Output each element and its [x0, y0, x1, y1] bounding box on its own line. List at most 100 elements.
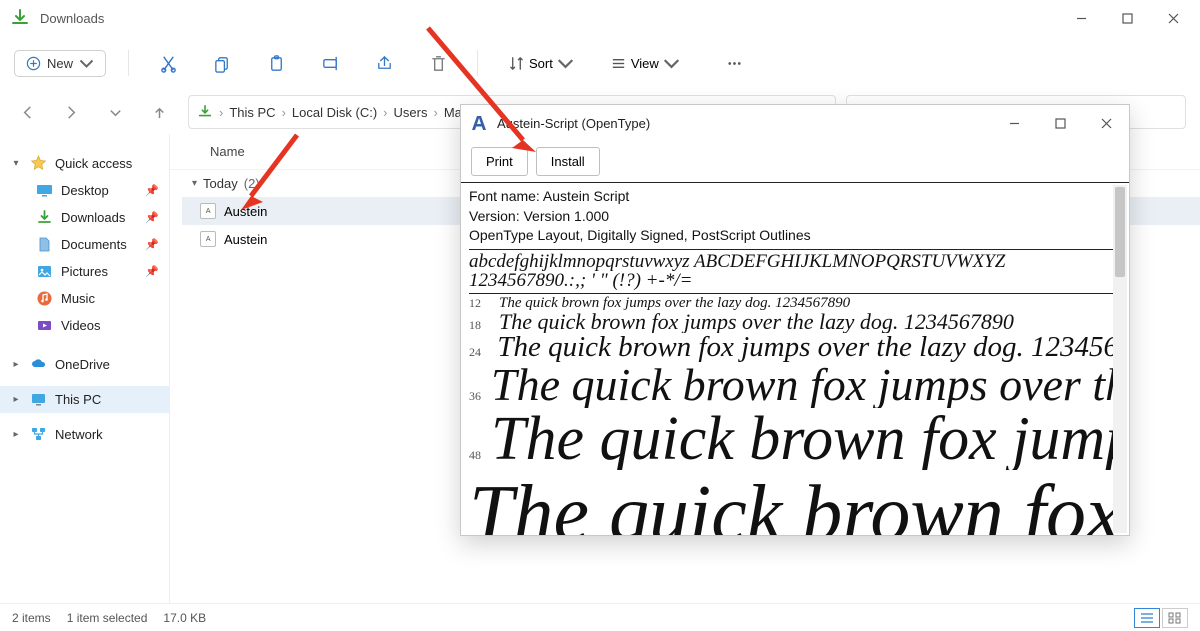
share-icon[interactable] [367, 46, 401, 80]
sidebar-item-pictures[interactable]: Pictures 📌 [0, 258, 169, 285]
file-name: Austein [224, 204, 267, 219]
sidebar-item-label: Videos [61, 318, 101, 333]
sidebar-item-label: Network [55, 427, 103, 442]
sidebar-item-quick-access[interactable]: ▾ Quick access [0, 150, 169, 177]
sidebar-item-videos[interactable]: Videos [0, 312, 169, 339]
command-bar: New Sort View [0, 36, 1200, 90]
sidebar-item-label: Quick access [55, 156, 132, 171]
sidebar-item-desktop[interactable]: Desktop 📌 [0, 177, 169, 204]
font-version-line: Version: Version 1.000 [469, 207, 1119, 227]
numbers-line: 1234567890.:,; ' " (!?) +-*/= [469, 271, 1119, 290]
back-button[interactable] [14, 99, 40, 125]
divider [477, 50, 478, 76]
network-icon [30, 426, 47, 443]
sample-text: The quick brown fox jumps over the lazy … [499, 311, 1014, 333]
print-button[interactable]: Print [471, 147, 528, 176]
chevron-down-icon: ▾ [10, 158, 22, 169]
history-button[interactable] [102, 99, 128, 125]
sample-size: 18 [469, 318, 489, 333]
sort-button[interactable]: Sort [500, 51, 582, 76]
close-button[interactable] [1083, 105, 1129, 141]
font-info-line: OpenType Layout, Digitally Signed, PostS… [469, 226, 1119, 246]
new-label: New [47, 56, 73, 71]
crumb-users[interactable]: Users [394, 105, 428, 120]
sample-size: 12 [469, 296, 489, 311]
star-icon [30, 155, 47, 172]
cloud-icon [30, 356, 47, 373]
explorer-titlebar: Downloads [0, 0, 1200, 36]
crumb-this-pc[interactable]: This PC [229, 105, 275, 120]
sample-size: 24 [469, 345, 487, 360]
font-file-icon: A [200, 231, 216, 247]
sidebar-item-music[interactable]: Music [0, 285, 169, 312]
sample-size: 48 [469, 448, 481, 463]
font-preview-actions: Print Install [461, 141, 1129, 182]
font-preview-titlebar: Austein-Script (OpenType) [461, 105, 1129, 141]
monitor-icon [30, 391, 47, 408]
sidebar-item-label: OneDrive [55, 357, 110, 372]
pin-icon: 📌 [145, 184, 159, 197]
sidebar-item-network[interactable]: ▸ Network [0, 421, 169, 448]
font-preview-title: Austein-Script (OpenType) [497, 116, 650, 131]
sidebar-item-label: Documents [61, 237, 127, 252]
documents-icon [36, 236, 53, 253]
sidebar-item-downloads[interactable]: Downloads 📌 [0, 204, 169, 231]
sidebar-item-this-pc[interactable]: ▸ This PC [0, 386, 169, 413]
sidebar-item-onedrive[interactable]: ▸ OneDrive [0, 351, 169, 378]
crumb-disk[interactable]: Local Disk (C:) [292, 105, 377, 120]
pin-icon: 📌 [145, 211, 159, 224]
minimize-button[interactable] [1058, 0, 1104, 36]
column-name[interactable]: Name [210, 144, 245, 159]
sidebar-item-label: Pictures [61, 264, 108, 279]
view-icon [610, 55, 627, 72]
font-preview-body: Font name: Austein Script Version: Versi… [461, 182, 1129, 535]
minimize-button[interactable] [991, 105, 1037, 141]
cut-icon[interactable] [151, 46, 185, 80]
group-count: (2) [244, 176, 260, 191]
music-icon [36, 290, 53, 307]
copy-icon[interactable] [205, 46, 239, 80]
view-button[interactable]: View [602, 51, 688, 76]
pin-icon: 📌 [145, 238, 159, 251]
sidebar-item-label: Desktop [61, 183, 109, 198]
chevron-right-icon: ▸ [10, 394, 22, 405]
sample-text: The quick brown fox jumps over the lazy … [499, 296, 850, 311]
close-button[interactable] [1150, 0, 1196, 36]
font-file-icon: A [200, 203, 216, 219]
scrollbar[interactable] [1113, 185, 1127, 533]
divider [128, 50, 129, 76]
icons-view-toggle[interactable] [1162, 608, 1188, 628]
navigation-sidebar: ▾ Quick access Desktop 📌 Downloads 📌 Doc… [0, 134, 170, 603]
up-button[interactable] [146, 99, 172, 125]
scrollbar-thumb[interactable] [1115, 187, 1125, 277]
forward-button[interactable] [58, 99, 84, 125]
chevron-down-icon: ▾ [192, 178, 197, 189]
sidebar-item-documents[interactable]: Documents 📌 [0, 231, 169, 258]
maximize-button[interactable] [1037, 105, 1083, 141]
delete-icon[interactable] [421, 46, 455, 80]
sample-text: The quick brown fox jumps over the lazy … [497, 333, 1119, 362]
view-label: View [631, 56, 659, 71]
new-button[interactable]: New [14, 50, 106, 77]
font-preview-window: Austein-Script (OpenType) Print Install … [460, 104, 1130, 536]
status-size: 17.0 KB [163, 611, 206, 625]
chevron-down-icon [557, 55, 574, 72]
sample-text: The quick brown fox jumps over the lazy … [491, 408, 1119, 470]
status-selected: 1 item selected [67, 611, 148, 625]
chevron-down-icon [663, 55, 680, 72]
maximize-button[interactable] [1104, 0, 1150, 36]
paste-icon[interactable] [259, 46, 293, 80]
sample-size: 36 [469, 389, 481, 404]
status-items: 2 items [12, 611, 51, 625]
sort-icon [508, 55, 525, 72]
rename-icon[interactable] [313, 46, 347, 80]
downloads-folder-icon [10, 8, 30, 28]
downloads-icon [36, 209, 53, 226]
details-view-toggle[interactable] [1134, 608, 1160, 628]
status-bar: 2 items 1 item selected 17.0 KB [0, 603, 1200, 631]
install-button[interactable]: Install [536, 147, 600, 176]
plus-circle-icon [26, 56, 41, 71]
more-button[interactable] [718, 46, 752, 80]
explorer-title: Downloads [40, 11, 104, 26]
sidebar-item-label: This PC [55, 392, 101, 407]
